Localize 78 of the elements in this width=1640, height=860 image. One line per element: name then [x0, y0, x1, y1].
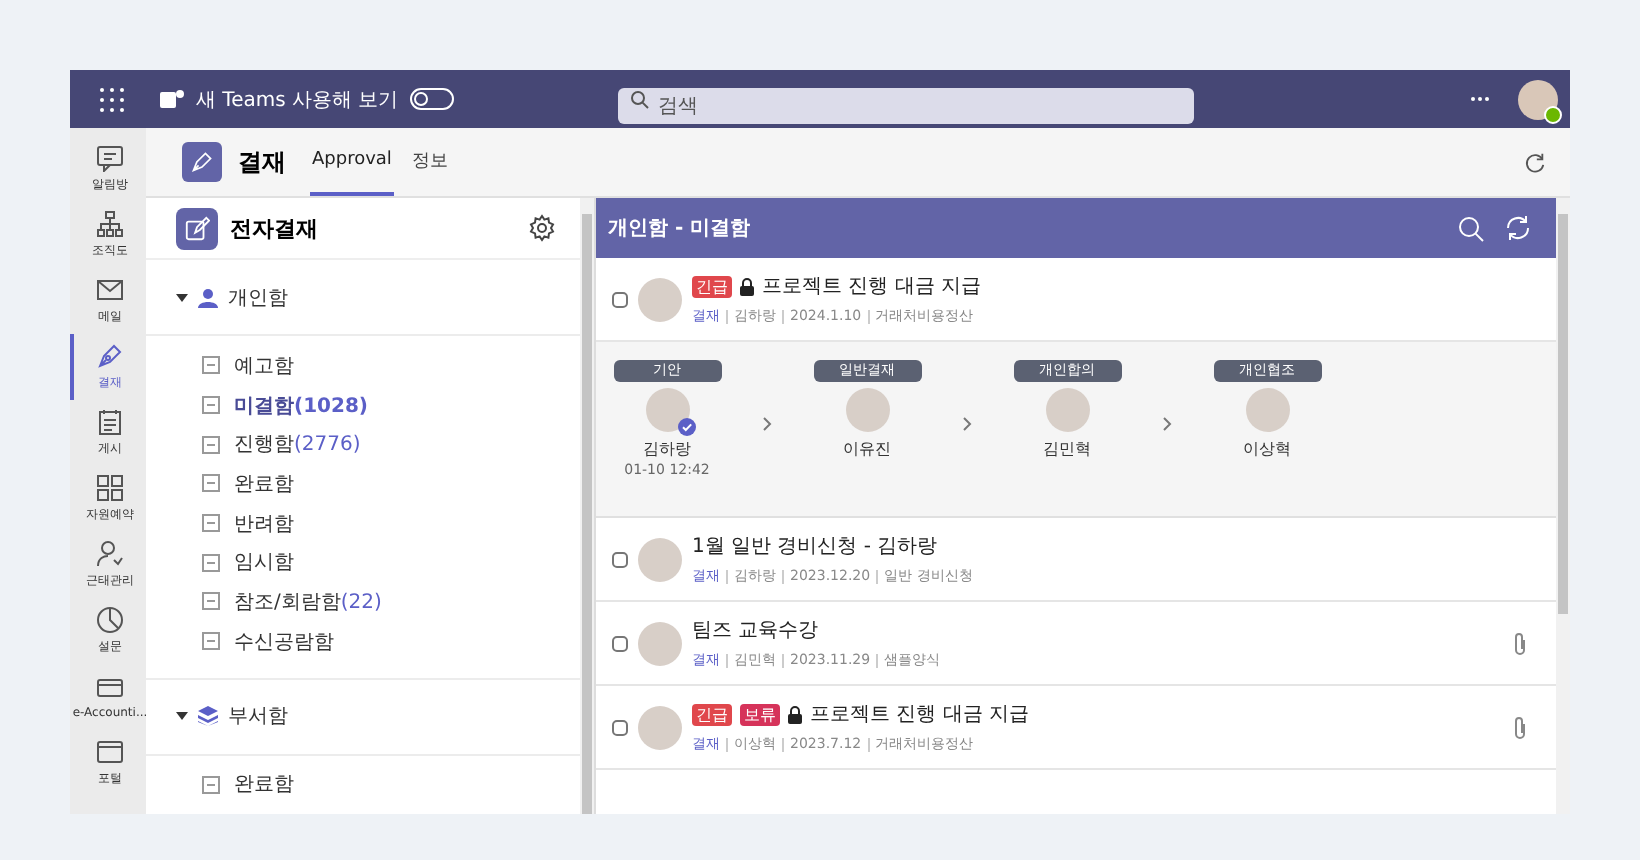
- urgent-tag: 긴급: [692, 275, 732, 297]
- search-icon[interactable]: [1458, 215, 1484, 241]
- avatar: [638, 537, 682, 581]
- folder-item[interactable]: 참조/회람함(22): [146, 582, 382, 622]
- person-icon: [96, 540, 124, 568]
- folder-icon: [202, 514, 220, 533]
- pen-icon: [96, 342, 124, 370]
- folder-icon: [202, 775, 220, 794]
- layers-icon: [198, 706, 218, 726]
- folder-item[interactable]: 미결함(1028): [146, 385, 368, 425]
- document-title[interactable]: 프로젝트 진행 대금 지급: [810, 700, 1030, 728]
- folder-item[interactable]: 완료함: [146, 765, 294, 805]
- new-teams-label: 새 Teams 사용해 보기: [196, 87, 399, 113]
- row-checkbox[interactable]: [612, 635, 628, 651]
- lock-icon: [788, 705, 802, 723]
- folder-icon: [202, 592, 220, 611]
- chevron-right-icon: [762, 416, 772, 432]
- hold-tag: 보류: [740, 703, 780, 725]
- refresh-icon[interactable]: [1524, 151, 1546, 173]
- folder-icon: [202, 632, 220, 651]
- pie-chart-icon: [96, 606, 124, 634]
- document-edit-icon: [176, 207, 218, 249]
- document-title[interactable]: 1월 일반 경비신청 - 김하랑: [692, 532, 938, 560]
- approver-name: 김민혁: [1043, 438, 1091, 460]
- approver-name: 이상혁: [1243, 438, 1291, 460]
- lock-icon: [740, 277, 754, 295]
- more-icon[interactable]: [1470, 96, 1490, 102]
- grid-icon: [96, 474, 124, 502]
- panel-title: 전자결재: [230, 213, 318, 243]
- search-field[interactable]: 검색: [618, 88, 1195, 124]
- person-icon: [198, 287, 218, 307]
- document-title[interactable]: 팀즈 교육수강: [692, 616, 819, 644]
- folder-icon: [202, 553, 220, 572]
- approver-name: 김하랑: [643, 438, 691, 460]
- folder-icon: [202, 396, 220, 415]
- folder-item[interactable]: 완료함: [146, 464, 294, 504]
- folder-icon: [202, 356, 220, 375]
- card-icon: [96, 674, 124, 702]
- teams-logo-icon: [160, 87, 184, 111]
- folder-icon: [202, 474, 220, 493]
- approval-app-icon: [182, 142, 222, 182]
- scrollbar[interactable]: [580, 198, 594, 814]
- list-title: 개인함 - 미결함: [608, 216, 751, 242]
- app-launcher-icon[interactable]: [100, 87, 124, 111]
- paperclip-icon: [1512, 715, 1528, 739]
- approved-check-icon: [677, 418, 695, 436]
- sync-icon[interactable]: [1504, 214, 1532, 242]
- paperclip-icon: [1512, 631, 1528, 655]
- folder-item[interactable]: 수신공람함: [146, 621, 334, 661]
- window-icon: [96, 738, 124, 766]
- new-teams-toggle[interactable]: [410, 88, 455, 110]
- calendar-icon: [96, 408, 124, 436]
- online-status-icon: [1544, 105, 1562, 123]
- settings-icon[interactable]: [528, 214, 556, 242]
- folder-item[interactable]: 예고함: [146, 346, 294, 386]
- folder-icon: [202, 435, 220, 454]
- chevron-right-icon: [1162, 416, 1172, 432]
- search-icon: [630, 89, 651, 109]
- chevron-right-icon: [962, 416, 972, 432]
- chat-icon: [96, 144, 124, 172]
- org-chart-icon: [96, 210, 124, 238]
- avatar: [638, 621, 682, 665]
- row-checkbox[interactable]: [612, 551, 628, 567]
- folder-item[interactable]: 반려함: [146, 503, 294, 543]
- row-checkbox[interactable]: [612, 291, 628, 307]
- user-avatar[interactable]: [1518, 79, 1558, 119]
- row-checkbox[interactable]: [612, 719, 628, 735]
- urgent-tag: 긴급: [692, 703, 732, 725]
- app-title: 결재: [238, 145, 286, 179]
- avatar: [638, 705, 682, 749]
- approver-name: 이유진: [843, 438, 891, 460]
- avatar: [638, 277, 682, 321]
- folder-item[interactable]: 진행함(2776): [146, 424, 361, 465]
- folder-item[interactable]: 임시함: [146, 542, 294, 583]
- mail-icon: [96, 276, 124, 304]
- document-title[interactable]: 프로젝트 진행 대금 지급: [762, 272, 982, 300]
- tab[interactable]: 정보: [409, 128, 450, 196]
- scrollbar[interactable]: [1556, 198, 1570, 814]
